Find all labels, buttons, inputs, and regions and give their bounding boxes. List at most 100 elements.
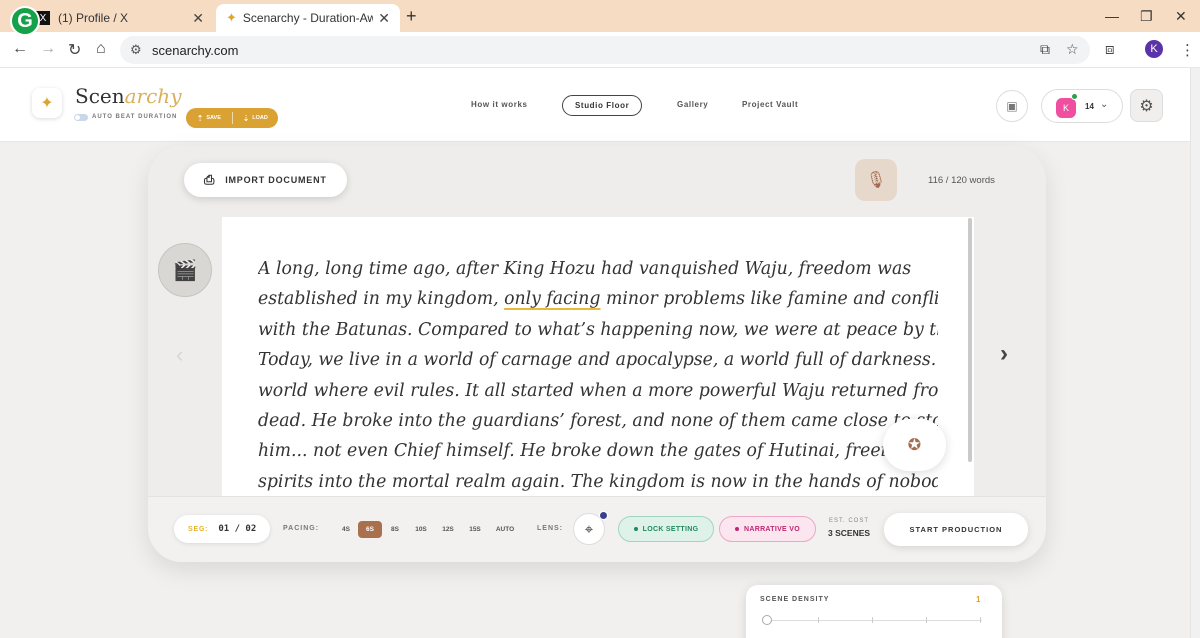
slider-tick — [926, 617, 927, 623]
story-text-segment: dead. He broke into the guardians’ fores… — [258, 411, 938, 432]
story-line: world where evil rules. It all started w… — [258, 376, 938, 406]
nav-studio-floor[interactable]: Studio Floor — [562, 95, 643, 116]
app-header: ✦ Scenarchy AUTO BEAT DURATION ⇡ SAVE ⇣ … — [0, 68, 1190, 142]
save-load-group: ⇡ SAVE ⇣ LOAD — [186, 108, 278, 128]
new-tab-icon[interactable]: + — [406, 6, 417, 27]
pacing-option-12s[interactable]: 12S — [438, 521, 458, 538]
story-text[interactable]: A long, long time ago, after King Hozu h… — [258, 254, 938, 498]
est-cost-label: EST. COST — [829, 518, 870, 524]
story-text-segment: spirits into the mortal realm again. The… — [258, 471, 938, 492]
browser-tabstrip: X (1) Profile / X ✕ ✦ Scenarchy - Durati… — [0, 0, 1200, 32]
save-label: SAVE — [206, 115, 221, 121]
extensions-icon[interactable]: ⧈ — [1105, 41, 1115, 58]
install-app-icon[interactable]: ⧉ — [1040, 41, 1050, 58]
scene-density-panel: SCENE DENSITY 1 — [746, 585, 1002, 638]
tab-scenarchy[interactable]: ✦ Scenarchy - Duration-Aware Vi ✕ — [216, 4, 400, 32]
scenarchy-logo-icon[interactable]: ✦ — [32, 88, 62, 118]
save-button[interactable]: ⇡ SAVE — [186, 114, 232, 123]
settings-button[interactable]: ⚙ — [1130, 89, 1163, 122]
story-text-segment: world where evil rules. It all started w… — [258, 380, 938, 401]
sparkle-stamp-icon: ✪ — [907, 437, 922, 454]
pacing-option-8s[interactable]: 8S — [387, 521, 403, 538]
scene-density-title: SCENE DENSITY — [760, 596, 830, 603]
pacing-option-auto[interactable]: AUTO — [492, 521, 518, 538]
story-text-segment: minor problems like famine and conflicts — [600, 289, 938, 310]
brand-accent: archy — [124, 84, 182, 108]
minimize-icon[interactable]: — — [1105, 8, 1119, 24]
window-close-icon[interactable]: ✕ — [1175, 8, 1187, 25]
segment-indicator: SEG: 01 / 02 — [174, 515, 270, 543]
seg-value: 01 / 02 — [218, 524, 257, 534]
tab-title: Scenarchy - Duration-Aware Vi — [242, 11, 373, 25]
narrative-vo-button[interactable]: NARRATIVE VO — [719, 516, 816, 542]
url-input[interactable]: ⚙ scenarchy.com ⧉ ☆ — [120, 36, 1090, 64]
story-text-segment: established in my kingdom, — [258, 289, 505, 310]
reload-icon[interactable]: ↻ — [68, 40, 81, 60]
file-import-icon: ⎙ — [204, 172, 216, 187]
back-icon[interactable]: ← — [12, 40, 28, 58]
tab-close-icon[interactable]: ✕ — [378, 10, 390, 27]
slider-tick — [872, 617, 873, 623]
grammarly-extension-icon[interactable]: G — [10, 6, 40, 36]
story-line: established in my kingdom, only facing m… — [258, 284, 938, 314]
url-text: scenarchy.com — [152, 43, 239, 58]
editor-scrollbar[interactable] — [968, 218, 972, 462]
density-slider-track[interactable] — [766, 620, 982, 621]
pacing-option-6s[interactable]: 6S — [358, 521, 382, 538]
nav-how-it-works[interactable]: How it works — [471, 100, 528, 109]
nav-gallery[interactable]: Gallery — [677, 100, 708, 109]
import-document-button[interactable]: ⎙ IMPORT DOCUMENT — [184, 163, 347, 197]
microphone-button[interactable]: 🎙 — [855, 159, 897, 201]
chevron-down-icon: ⌄ — [1100, 99, 1109, 110]
pacing-option-4s[interactable]: 4S — [338, 521, 354, 538]
tab-profile-x[interactable]: X (1) Profile / X ✕ — [34, 4, 214, 32]
density-slider-thumb[interactable] — [762, 615, 772, 625]
page-scrollbar[interactable] — [1190, 68, 1200, 638]
pacing-option-10s[interactable]: 10S — [411, 521, 431, 538]
lens-label: LENS: — [537, 525, 563, 532]
image-gallery-button[interactable]: ▣ — [996, 90, 1028, 122]
address-bar: ← → ↻ ⌂ ⚙ scenarchy.com ⧉ ☆ ⧈ K ⋮ — [0, 32, 1200, 68]
tab-close-icon[interactable]: ✕ — [192, 10, 204, 27]
auto-beat-label: AUTO BEAT DURATION — [92, 114, 178, 120]
lock-setting-button[interactable]: LOCK SETTING — [618, 516, 714, 542]
lock-label: LOCK SETTING — [642, 525, 699, 533]
image-icon: ▣ — [1006, 99, 1018, 113]
start-production-button[interactable]: START PRODUCTION — [884, 513, 1028, 546]
status-dot-icon — [735, 527, 739, 531]
browser-menu-icon[interactable]: ⋮ — [1180, 41, 1195, 59]
prev-segment-icon[interactable]: ‹ — [176, 342, 183, 368]
story-line: A long, long time ago, after King Hozu h… — [258, 254, 938, 284]
story-line: with the Batunas. Compared to what’s hap… — [258, 315, 938, 345]
browser-profile-avatar[interactable]: K — [1145, 40, 1163, 58]
load-button[interactable]: ⇣ LOAD — [233, 114, 279, 123]
clapperboard-icon: 🎬 — [172, 259, 198, 282]
pacing-label: PACING: — [283, 525, 320, 532]
story-text-segment: with the Batunas. Compared to what’s hap… — [258, 319, 938, 340]
restore-icon[interactable]: ❐ — [1140, 8, 1153, 25]
ai-assist-button[interactable]: ✪ — [883, 419, 946, 471]
pacing-option-15s[interactable]: 15S — [465, 521, 485, 538]
story-text-segment: A long, long time ago, after King Hozu h… — [258, 259, 912, 279]
word-count: 116 / 120 words — [928, 175, 995, 186]
brand-main: Scen — [75, 84, 125, 108]
story-text-segment: Today, we live in a world of carnage and… — [258, 350, 938, 371]
highlighted-phrase[interactable]: only facing — [504, 289, 600, 309]
nav-project-vault[interactable]: Project Vault — [742, 100, 798, 109]
next-segment-icon[interactable]: › — [1000, 340, 1008, 368]
auto-beat-toggle[interactable] — [74, 114, 88, 121]
crosshair-icon: ⌖ — [584, 520, 594, 538]
slider-tick — [980, 617, 981, 623]
clapperboard-button[interactable]: 🎬 — [158, 243, 212, 297]
home-icon[interactable]: ⌂ — [96, 40, 106, 58]
forward-icon[interactable]: → — [40, 40, 56, 58]
load-label: LOAD — [252, 115, 268, 121]
brand-name[interactable]: Scenarchy — [75, 84, 182, 108]
story-line: Today, we live in a world of carnage and… — [258, 345, 938, 375]
download-icon: ⇣ — [242, 113, 250, 123]
control-bar: SEG: 01 / 02 PACING: 4S 6S 8S 10S 12S 15… — [148, 496, 1046, 562]
site-settings-icon[interactable]: ⚙ — [130, 42, 142, 58]
vo-label: NARRATIVE VO — [744, 525, 800, 533]
user-menu[interactable]: K 14 ⌄ — [1041, 89, 1123, 123]
bookmark-star-icon[interactable]: ☆ — [1066, 41, 1079, 58]
